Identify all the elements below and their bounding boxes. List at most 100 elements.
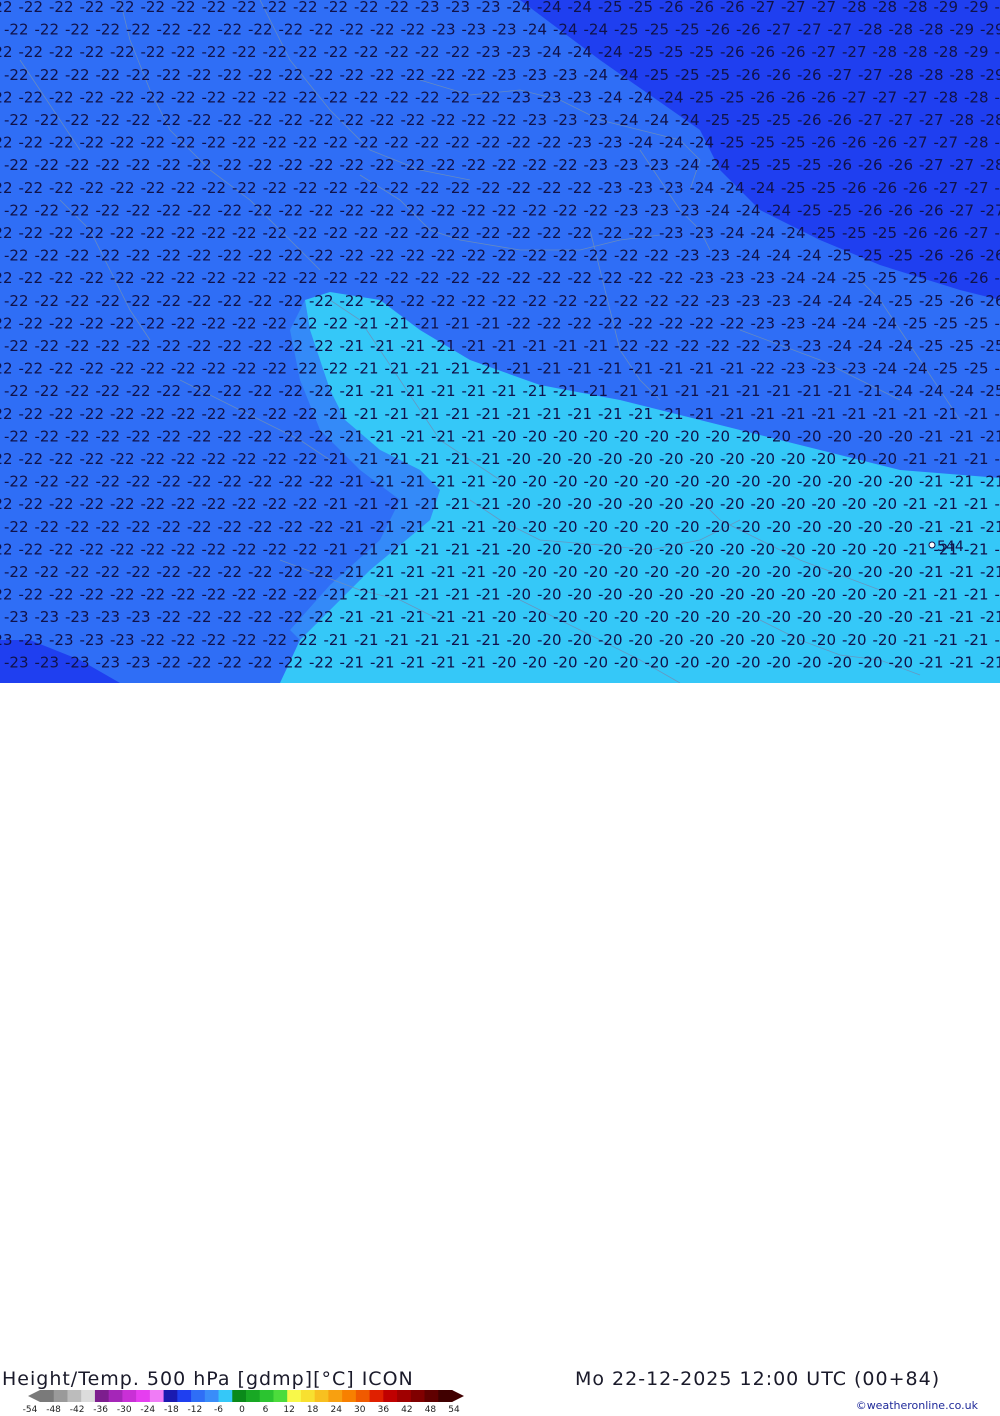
credit-link[interactable]: ©weatheronline.co.uk [856, 1399, 978, 1412]
temperature-label: -20 [690, 631, 715, 649]
temperature-label: -22 [370, 111, 395, 129]
temperature-label: -22 [110, 405, 135, 423]
temperature-label: -20 [507, 495, 532, 513]
temperature-label: -20 [645, 653, 670, 671]
temperature-label: -20 [568, 540, 593, 558]
scale-swatch [397, 1390, 411, 1402]
temperature-label: -23 [584, 111, 609, 129]
temperature-label: -22 [110, 179, 135, 197]
temperature-label: -26 [812, 88, 837, 106]
temperature-label: -22 [324, 0, 349, 16]
temperature-label: -22 [279, 66, 304, 84]
temperature-label: -22 [324, 224, 349, 242]
temperature-label: -22 [80, 450, 105, 468]
temperature-label: -20 [706, 653, 731, 671]
temperature-label: -26 [751, 43, 776, 61]
temperature-label: -26 [828, 111, 853, 129]
temperature-label: -22 [279, 382, 304, 400]
temperature-label: -22 [141, 586, 166, 604]
temperature-label: -25 [828, 247, 853, 265]
temperature-label: -22 [354, 88, 379, 106]
temperature-label: -29 [995, 43, 1000, 61]
temperature-label: -22 [354, 43, 379, 61]
temperature-label: -24 [858, 292, 883, 310]
temperature-label: -22 [187, 563, 212, 581]
temperature-label: -22 [157, 292, 182, 310]
temperature-label: -21 [370, 473, 395, 491]
temperature-label: -27 [828, 21, 853, 39]
temperature-label: -21 [476, 360, 501, 378]
temperature-label: -22 [584, 201, 609, 219]
temperature-label: -21 [324, 450, 349, 468]
temperature-label: -24 [568, 43, 593, 61]
temperature-label: -22 [340, 156, 365, 174]
temperature-label: -22 [279, 563, 304, 581]
temperature-label: -27 [950, 201, 975, 219]
temperature-label: -20 [523, 427, 548, 445]
temperature-label: -21 [370, 382, 395, 400]
temperature-label: -20 [614, 653, 639, 671]
temperature-label: -21 [919, 518, 944, 536]
temperature-label: -23 [49, 631, 74, 649]
temperature-label: -21 [903, 450, 928, 468]
temperature-label: -22 [4, 156, 29, 174]
temperature-label: -21 [462, 608, 487, 626]
temperature-label: -22 [110, 0, 135, 16]
temperature-label: -24 [767, 247, 792, 265]
temperature-label: -21 [645, 382, 670, 400]
temperature-label: -22 [65, 201, 90, 219]
temperature-label: -22 [309, 337, 334, 355]
temperature-label: -22 [309, 473, 334, 491]
temperature-label: -22 [65, 111, 90, 129]
temperature-label: -24 [751, 179, 776, 197]
temperature-label: -27 [828, 66, 853, 84]
temperature-label: -22 [462, 156, 487, 174]
temperature-label: -22 [202, 179, 227, 197]
temperature-label: -21 [354, 495, 379, 513]
temperature-label: -26 [889, 201, 914, 219]
temperature-label: -26 [736, 66, 761, 84]
temperature-label: -22 [218, 427, 243, 445]
temperature-label: -21 [934, 405, 959, 423]
temperature-label: -20 [645, 518, 670, 536]
temperature-label: -21 [614, 382, 639, 400]
temperature-label: -20 [706, 518, 731, 536]
temperature-label: -21 [980, 518, 1000, 536]
temperature-label: -22 [171, 450, 196, 468]
temperature-label: -20 [720, 495, 745, 513]
temperature-label: -25 [720, 134, 745, 152]
temperature-label: -24 [720, 179, 745, 197]
temperature-label: -21 [720, 405, 745, 423]
scale-tick-label: 24 [330, 1405, 341, 1415]
temperature-label: -21 [629, 405, 654, 423]
temperature-label: -22 [171, 360, 196, 378]
temperature-label: -22 [110, 134, 135, 152]
temperature-label: -26 [889, 156, 914, 174]
temperature-label: -20 [690, 495, 715, 513]
temperature-label: -21 [385, 405, 410, 423]
temperature-label: -29 [995, 0, 1000, 16]
temperature-label: -22 [65, 563, 90, 581]
temperature-label: -22 [340, 201, 365, 219]
temperature-label: -22 [263, 586, 288, 604]
temperature-label: -28 [889, 66, 914, 84]
temperature-label: -22 [202, 88, 227, 106]
temperature-label: -21 [934, 631, 959, 649]
temperature-label: -29 [980, 66, 1000, 84]
temperature-label: -22 [324, 179, 349, 197]
temperature-label: -20 [537, 586, 562, 604]
temperature-label: -21 [446, 631, 471, 649]
temperature-label: -28 [964, 88, 989, 106]
temperature-label: -20 [889, 518, 914, 536]
scale-swatch [54, 1390, 68, 1402]
temperature-label: -25 [736, 111, 761, 129]
temperature-label: -22 [370, 201, 395, 219]
temperature-label: -22 [126, 156, 151, 174]
temperature-label: -20 [690, 586, 715, 604]
temperature-label: -29 [980, 21, 1000, 39]
temperature-label: -20 [720, 450, 745, 468]
temperature-label: -22 [279, 518, 304, 536]
temperature-label: -22 [354, 0, 379, 16]
temperature-label: -23 [767, 292, 792, 310]
temperature-label: -23 [568, 88, 593, 106]
